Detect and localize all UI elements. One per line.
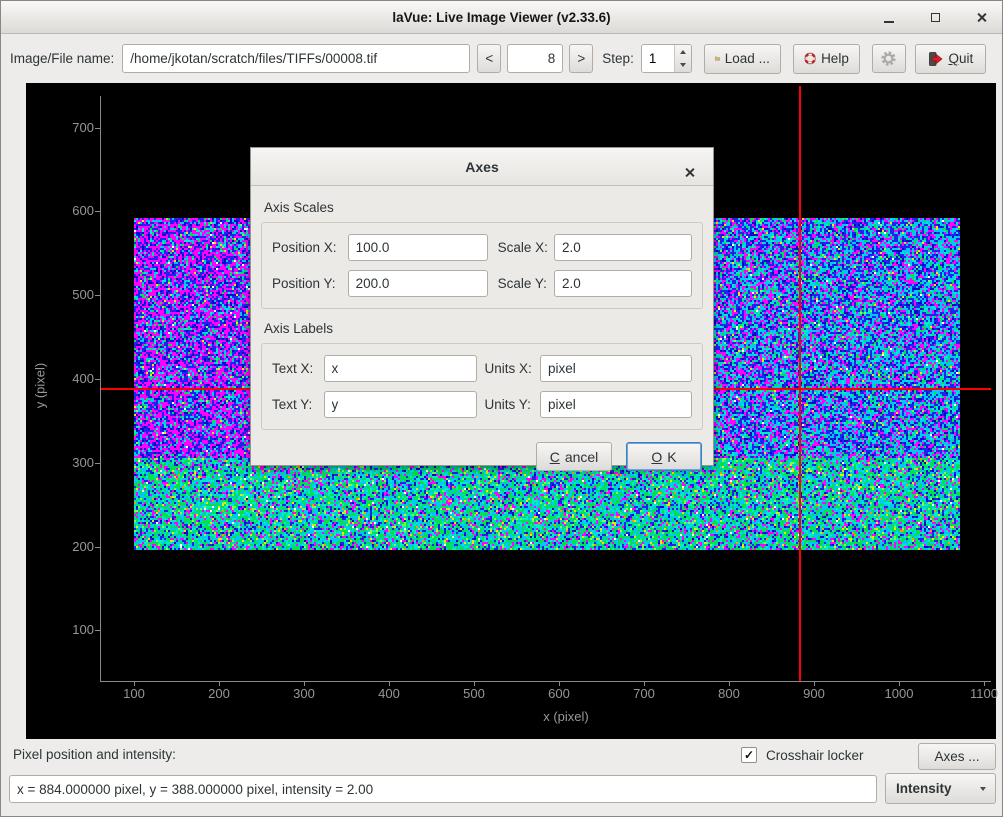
scale-y-label: Scale Y: (498, 276, 554, 291)
step-up-button[interactable] (675, 45, 691, 59)
exit-door-icon (927, 51, 943, 67)
axis-labels-groupbox: Text X: Units X: Text Y: Units Y: (261, 343, 703, 430)
axis-tick-label: 100 (44, 622, 94, 637)
crosshair-locker-checkbox[interactable]: ✓ (741, 747, 757, 763)
scale-x-input[interactable] (554, 234, 692, 261)
text-x-label: Text X: (272, 361, 324, 376)
axes-dialog: Axes Axis Scales Position X: Scale X: Po… (250, 147, 714, 466)
folder-icon (715, 52, 720, 65)
axis-tick-label: 700 (44, 120, 94, 135)
minimize-button[interactable] (878, 7, 900, 29)
app-window: laVue: Live Image Viewer (v2.33.6) Image… (0, 0, 1003, 817)
ok-button[interactable]: OK (626, 442, 702, 471)
x-axis-title: x (pixel) (506, 709, 626, 724)
axis-tick-label: 800 (705, 686, 753, 701)
help-button[interactable]: Help (793, 44, 860, 74)
display-mode-select[interactable]: Intensity (885, 773, 996, 804)
step-spinbox (641, 44, 692, 73)
dialog-titlebar[interactable]: Axes (251, 148, 713, 186)
axis-tick-label: 400 (365, 686, 413, 701)
position-y-label: Position Y: (272, 276, 348, 291)
close-icon (976, 12, 987, 23)
axis-tick-label: 200 (195, 686, 243, 701)
axes-dialog-button[interactable]: Axes ... (918, 743, 996, 770)
dialog-close-icon (684, 167, 695, 178)
load-button-label: Load ... (725, 51, 770, 66)
spin-down-icon (680, 63, 686, 67)
quit-button-label: Quit (948, 51, 973, 66)
crosshair-vertical-line[interactable] (799, 86, 801, 681)
units-y-label: Units Y: (485, 397, 540, 412)
checkmark-icon: ✓ (744, 749, 754, 761)
axis-tick-label: 200 (44, 539, 94, 554)
dialog-close-button[interactable] (678, 161, 700, 183)
pixel-position-label: Pixel position and intensity: (13, 747, 176, 762)
axis-tick-label: 900 (790, 686, 838, 701)
units-x-input[interactable] (540, 355, 692, 382)
axis-labels-section-title: Axis Labels (264, 321, 700, 336)
file-name-input[interactable] (122, 44, 470, 73)
axis-tick-label: 600 (535, 686, 583, 701)
axis-tick-mark (95, 211, 100, 212)
quit-button[interactable]: Quit (915, 44, 986, 74)
crosshair-locker-control[interactable]: ✓ Crosshair locker (741, 747, 864, 763)
position-y-input[interactable] (348, 270, 488, 297)
axis-tick-mark (95, 128, 100, 129)
units-y-input[interactable] (540, 391, 692, 418)
axis-tick-label: 300 (280, 686, 328, 701)
spin-up-icon (680, 50, 686, 54)
close-button[interactable] (970, 7, 992, 29)
maximize-icon (931, 13, 940, 22)
chevron-down-icon (980, 787, 986, 791)
display-mode-value: Intensity (896, 781, 952, 796)
next-frame-button[interactable]: > (569, 44, 593, 73)
gear-icon (880, 50, 897, 67)
text-y-input[interactable] (324, 391, 477, 418)
load-button[interactable]: Load ... (704, 44, 781, 74)
axis-tick-mark (95, 547, 100, 548)
pixel-intensity-status-field[interactable] (9, 775, 877, 803)
axis-tick-label: 300 (44, 455, 94, 470)
cancel-button[interactable]: Cancel (536, 442, 612, 471)
axis-tick-mark (95, 379, 100, 380)
axis-scales-section-title: Axis Scales (264, 200, 700, 215)
step-down-button[interactable] (675, 59, 691, 73)
axis-tick-label: 1100 (960, 686, 1003, 701)
axis-scales-groupbox: Position X: Scale X: Position Y: Scale Y… (261, 222, 703, 309)
axis-tick-mark (95, 463, 100, 464)
window-titlebar[interactable]: laVue: Live Image Viewer (v2.33.6) (1, 1, 1002, 34)
position-x-input[interactable] (348, 234, 488, 261)
axis-tick-label: 500 (44, 287, 94, 302)
dialog-body: Axis Scales Position X: Scale X: Positio… (251, 186, 713, 465)
step-label: Step: (602, 51, 634, 66)
axis-tick-label: 600 (44, 203, 94, 218)
prev-frame-button[interactable]: < (477, 44, 501, 73)
axis-tick-label: 1000 (875, 686, 923, 701)
scale-x-label: Scale X: (498, 240, 554, 255)
minimize-icon (884, 21, 894, 23)
axis-tick-mark (95, 295, 100, 296)
units-x-label: Units X: (485, 361, 540, 376)
text-x-input[interactable] (324, 355, 477, 382)
help-button-label: Help (821, 51, 849, 66)
frame-number-input[interactable] (507, 44, 563, 73)
file-name-label: Image/File name: (10, 51, 114, 66)
crosshair-locker-label: Crosshair locker (766, 748, 864, 763)
toolbar: Image/File name: < > Step: Load ... Help… (1, 35, 1002, 82)
window-title: laVue: Live Image Viewer (v2.33.6) (392, 10, 610, 25)
settings-button[interactable] (872, 44, 906, 73)
axis-tick-label: 100 (110, 686, 158, 701)
maximize-button[interactable] (924, 7, 946, 29)
dialog-title-text: Axes (465, 159, 498, 175)
axis-tick-label: 500 (450, 686, 498, 701)
axis-tick-mark (95, 630, 100, 631)
scale-y-input[interactable] (554, 270, 692, 297)
axis-tick-label: 400 (44, 371, 94, 386)
lifebuoy-help-icon (804, 51, 816, 66)
axis-tick-label: 700 (620, 686, 668, 701)
x-axis-line (100, 681, 991, 682)
position-x-label: Position X: (272, 240, 348, 255)
step-input[interactable] (642, 45, 674, 72)
text-y-label: Text Y: (272, 397, 324, 412)
